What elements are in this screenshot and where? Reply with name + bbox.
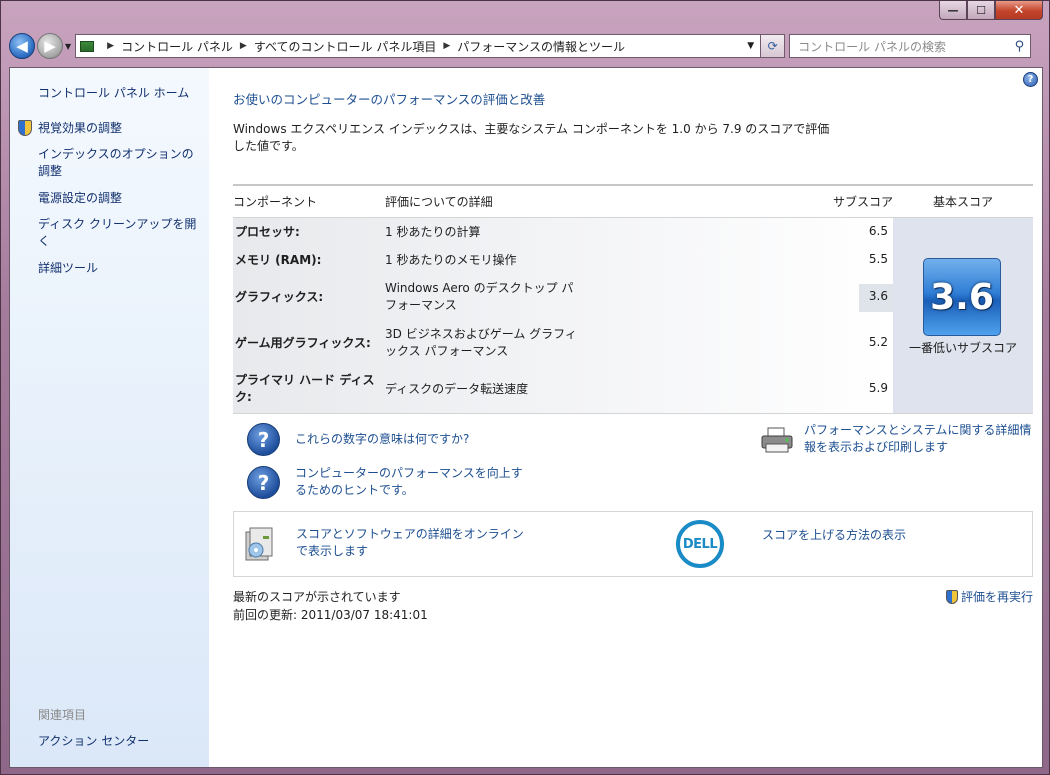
- row-processor-score: 6.5: [868, 224, 888, 238]
- chevron-right-icon[interactable]: ▶: [240, 41, 247, 51]
- content-frame: コントロール パネル ホーム 視覚効果の調整 インデックスのオプションの調整 電…: [9, 67, 1043, 768]
- uac-shield-icon: [18, 120, 32, 136]
- header-component: コンポーネント: [233, 195, 318, 209]
- rerun-label: 評価を再実行: [960, 590, 1033, 604]
- breadcrumb-control-panel[interactable]: コントロール パネル: [121, 38, 233, 55]
- navigation-bar: ◀ ▶ ▼ ▶ コントロール パネル ▶ すべてのコントロール パネル項目 ▶ …: [9, 31, 1041, 61]
- breadcrumb-all-items[interactable]: すべてのコントロール パネル項目: [254, 38, 437, 55]
- address-dropdown-icon[interactable]: ▼: [747, 41, 754, 51]
- question-icon: ?: [247, 466, 280, 499]
- base-score-label: 一番低いサブスコア: [908, 341, 1017, 355]
- page-title: お使いのコンピューターのパフォーマンスの評価と改善: [233, 92, 546, 107]
- performance-tips-link[interactable]: コンピューターのパフォーマンスを向上するためのヒントです。: [295, 465, 525, 499]
- search-placeholder: コントロール パネルの検索: [798, 39, 946, 54]
- maximize-button[interactable]: ☐: [967, 1, 995, 20]
- search-input[interactable]: コントロール パネルの検索 ⚲: [789, 34, 1032, 58]
- base-score-panel: 3.6 一番低いサブスコア: [893, 218, 1033, 413]
- row-gaming-graphics-name: ゲーム用グラフィックス:: [235, 336, 371, 350]
- refresh-button[interactable]: ⟳: [761, 34, 786, 58]
- oem-info-box: スコアとソフトウェアの詳細をオンラインで表示します DELL スコアを上げる方法…: [233, 511, 1033, 577]
- arrow-right-icon: ▶: [44, 37, 56, 55]
- minimize-button[interactable]: —: [939, 1, 967, 20]
- print-details-link[interactable]: パフォーマンスとシステムに関する詳細情報を表示および印刷します: [804, 422, 1034, 456]
- last-update-text: 前回の更新: 2011/03/07 18:41:01: [233, 608, 428, 622]
- table-top-divider: [233, 184, 1033, 186]
- header-details: 評価についての詳細: [385, 195, 493, 209]
- table-bottom-divider: [233, 413, 1033, 414]
- dell-logo: DELL: [676, 520, 724, 568]
- row-memory-score: 5.5: [868, 252, 888, 266]
- window: — ☐ ✕ ◀ ▶ ▼ ▶ コントロール パネル ▶ すべてのコントロール パネ…: [0, 0, 1050, 775]
- raise-score-link[interactable]: スコアを上げる方法の表示: [762, 527, 906, 544]
- row-disk-details: ディスクのデータ転送速度: [385, 382, 529, 396]
- row-memory-details: 1 秒あたりのメモリ操作: [385, 253, 517, 267]
- caption-buttons: — ☐ ✕: [939, 1, 1043, 20]
- row-gaming-graphics-details: 3D ビジネスおよびゲーム グラフィックス パフォーマンス: [385, 327, 577, 358]
- row-graphics-name: グラフィックス:: [235, 290, 324, 304]
- row-graphics-details: Windows Aero のデスクトップ パフォーマンス: [385, 281, 574, 312]
- row-disk-score: 5.9: [868, 381, 888, 395]
- row-memory-name: メモリ (RAM):: [235, 253, 322, 267]
- header-subscore: サブスコア: [833, 195, 894, 209]
- sidebar-home-link[interactable]: コントロール パネル ホーム: [38, 84, 189, 101]
- arrow-left-icon: ◀: [16, 37, 28, 55]
- question-icon: ?: [247, 423, 280, 456]
- close-button[interactable]: ✕: [995, 1, 1043, 20]
- breadcrumb-performance[interactable]: パフォーマンスの情報とツール: [457, 38, 625, 55]
- search-icon[interactable]: ⚲: [1015, 39, 1025, 54]
- main-content: お使いのコンピューターのパフォーマンスの評価と改善 Windows エクスペリエ…: [233, 68, 1033, 767]
- action-center-link[interactable]: アクション センター: [38, 732, 149, 749]
- sidebar-item-disk-cleanup[interactable]: ディスク クリーンアップを開く: [38, 216, 203, 250]
- online-details-link[interactable]: スコアとソフトウェアの詳細をオンラインで表示します: [296, 526, 526, 560]
- what-numbers-mean-link[interactable]: これらの数字の意味は何ですか?: [295, 431, 469, 448]
- rerun-assessment-link[interactable]: 評価を再実行: [945, 588, 1033, 605]
- status-text: 最新のスコアが示されています: [233, 590, 401, 604]
- page-description: Windows エクスペリエンス インデックスは、主要なシステム コンポーネント…: [233, 122, 830, 153]
- header-base-score: 基本スコア: [933, 195, 994, 209]
- row-gaming-graphics-score: 5.2: [868, 335, 888, 349]
- sidebar: コントロール パネル ホーム 視覚効果の調整 インデックスのオプションの調整 電…: [10, 68, 209, 767]
- uac-shield-icon: [945, 589, 958, 604]
- address-bar[interactable]: ▶ コントロール パネル ▶ すべてのコントロール パネル項目 ▶ パフォーマン…: [75, 34, 762, 58]
- base-score-tile: 3.6: [923, 258, 1001, 336]
- chevron-right-icon[interactable]: ▶: [443, 41, 450, 51]
- sidebar-item-advanced-tools[interactable]: 詳細ツール: [38, 260, 98, 277]
- sidebar-item-visual-effects[interactable]: 視覚効果の調整: [38, 120, 122, 137]
- chevron-right-icon[interactable]: ▶: [107, 41, 114, 51]
- control-panel-icon: [80, 40, 95, 52]
- software-box-icon: [245, 527, 273, 561]
- sidebar-item-power-settings[interactable]: 電源設定の調整: [38, 190, 122, 207]
- row-disk-name: プライマリ ハード ディスク:: [235, 373, 375, 404]
- back-button[interactable]: ◀: [9, 33, 35, 59]
- sidebar-item-indexing-options[interactable]: インデックスのオプションの調整: [38, 146, 203, 180]
- row-processor-details: 1 秒あたりの計算: [385, 225, 481, 239]
- refresh-icon: ⟳: [767, 39, 778, 53]
- recent-pages-dropdown[interactable]: ▼: [65, 42, 71, 51]
- related-items-heading: 関連項目: [38, 708, 87, 722]
- row-graphics-score: 3.6: [868, 289, 888, 303]
- forward-button[interactable]: ▶: [37, 33, 63, 59]
- printer-icon: [761, 427, 793, 453]
- row-processor-name: プロセッサ:: [235, 225, 300, 239]
